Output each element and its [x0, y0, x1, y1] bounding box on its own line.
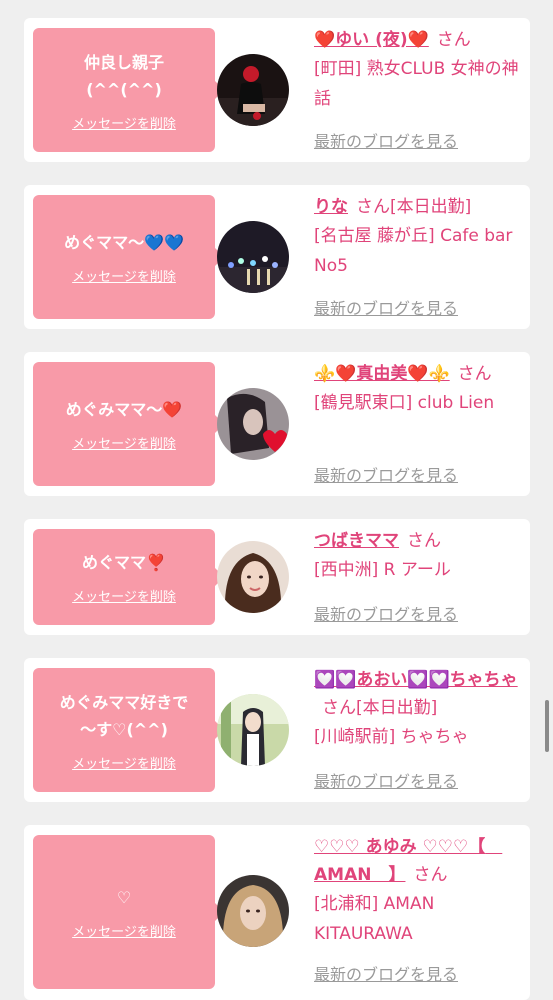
- shop-name: [町田] 熟女CLUB 女神の神話: [314, 59, 519, 109]
- message-card: めぐみママ好きで 〜す♡(^^) メッセージを削除 💟💟あおい💟💟ちゃちゃさん[…: [24, 658, 530, 802]
- message-bubble: 仲良し親子 (^^(^^) メッセージを削除: [33, 28, 224, 152]
- message-text: めぐみママ〜❤️: [65, 400, 183, 419]
- honorific: さん: [436, 30, 471, 50]
- latest-blog-link[interactable]: 最新のブログを見る: [314, 295, 458, 319]
- avatar[interactable]: [217, 54, 289, 126]
- shop-name: [鶴見駅東口] club Lien: [314, 393, 495, 413]
- honorific: さん: [407, 531, 441, 551]
- shop-name: [川崎駅前] ちゃちゃ: [314, 727, 469, 747]
- cast-info: ❤️ゆい (夜)❤️ さん [町田] 熟女CLUB 女神の神話: [314, 26, 526, 114]
- message-text: めぐママ〜💙💙: [64, 233, 184, 252]
- avatar[interactable]: [217, 221, 289, 293]
- cast-info: ⚜️❤️真由美❤️⚜️ さん [鶴見駅東口] club Lien: [314, 360, 526, 418]
- cast-photo-icon: [217, 54, 289, 126]
- delete-message-link[interactable]: メッセージを削除: [72, 753, 176, 772]
- shop-name: [北浦和] AMAN KITAURAWA: [314, 894, 435, 944]
- delete-message-link[interactable]: メッセージを削除: [72, 113, 176, 132]
- shop-name: [西中洲] R アール: [314, 560, 451, 580]
- cast-photo-icon: [217, 694, 289, 766]
- cast-name-link[interactable]: ❤️ゆい (夜)❤️: [314, 30, 429, 50]
- message-bubble: ♡ メッセージを削除: [33, 835, 224, 989]
- latest-blog-link[interactable]: 最新のブログを見る: [314, 462, 458, 486]
- honorific: さん: [413, 865, 448, 885]
- avatar[interactable]: [217, 875, 289, 947]
- message-card: めぐママ〜💙💙 メッセージを削除 りな さん[本日出勤] [名古屋 藤が丘] Ca: [24, 185, 530, 329]
- delete-message-link[interactable]: メッセージを削除: [72, 266, 176, 285]
- message-text: めぐママ❣️: [82, 553, 166, 572]
- honorific: さん: [356, 197, 390, 217]
- cast-name-link[interactable]: 💟💟あおい💟💟ちゃちゃ: [314, 670, 518, 690]
- attendance-status: [本日出勤]: [390, 197, 472, 217]
- message-text: 仲良し親子 (^^(^^): [83, 52, 164, 99]
- avatar[interactable]: [217, 541, 289, 613]
- message-bubble: めぐみママ〜❤️ メッセージを削除: [33, 362, 224, 486]
- latest-blog-link[interactable]: 最新のブログを見る: [314, 128, 458, 152]
- cast-photo-icon: [217, 388, 289, 460]
- message-card: めぐママ❣️ メッセージを削除 つばきママ さん [西中洲] R アール 最新のブ…: [24, 519, 530, 635]
- cast-info: 💟💟あおい💟💟ちゃちゃさん[本日出勤] [川崎駅前] ちゃちゃ: [314, 666, 526, 752]
- cast-info: りな さん[本日出勤] [名古屋 藤が丘] Cafe bar No5: [314, 193, 526, 281]
- shop-name: [名古屋 藤が丘] Cafe bar No5: [314, 226, 513, 276]
- message-card: 仲良し親子 (^^(^^) メッセージを削除 ❤️ゆい (夜)❤️ さん [町田]…: [24, 18, 530, 162]
- avatar[interactable]: [217, 388, 289, 460]
- delete-message-link[interactable]: メッセージを削除: [72, 433, 176, 452]
- cast-photo-icon: [217, 541, 289, 613]
- latest-blog-link[interactable]: 最新のブログを見る: [314, 601, 458, 625]
- message-bubble: めぐみママ好きで 〜す♡(^^) メッセージを削除: [33, 668, 224, 792]
- message-card: めぐみママ〜❤️ メッセージを削除 ⚜️❤️真由美❤️⚜️ さん [鶴見駅東口] …: [24, 352, 530, 496]
- cast-name-link[interactable]: ⚜️❤️真由美❤️⚜️: [314, 364, 450, 384]
- message-text: めぐみママ好きで 〜す♡(^^): [59, 692, 189, 739]
- honorific: さん: [457, 364, 492, 384]
- message-bubble: めぐママ❣️ メッセージを削除: [33, 529, 224, 625]
- attendance-status: [本日出勤]: [356, 698, 438, 718]
- message-card: ♡ メッセージを削除 ♡♡♡ あゆみ ♡♡♡【 AMAN 】さん [北浦和] A…: [24, 825, 530, 1000]
- cast-name-link[interactable]: ♡♡♡ あゆみ ♡♡♡【 AMAN 】: [314, 837, 502, 885]
- avatar[interactable]: [217, 694, 289, 766]
- cast-photo-icon: [217, 875, 289, 947]
- cast-info: ♡♡♡ あゆみ ♡♡♡【 AMAN 】さん [北浦和] AMAN KITAURA…: [314, 833, 526, 949]
- delete-message-link[interactable]: メッセージを削除: [72, 921, 176, 940]
- message-bubble: めぐママ〜💙💙 メッセージを削除: [33, 195, 224, 319]
- cast-name-link[interactable]: つばきママ: [314, 531, 399, 551]
- honorific: さん: [322, 698, 356, 718]
- scrollbar-thumb[interactable]: [545, 700, 549, 752]
- cast-name-link[interactable]: りな: [314, 197, 348, 217]
- delete-message-link[interactable]: メッセージを削除: [72, 586, 176, 605]
- latest-blog-link[interactable]: 最新のブログを見る: [314, 961, 458, 985]
- cast-info: つばきママ さん [西中洲] R アール: [314, 527, 526, 585]
- cast-photo-icon: [217, 221, 289, 293]
- message-text: ♡: [116, 888, 132, 907]
- latest-blog-link[interactable]: 最新のブログを見る: [314, 768, 458, 792]
